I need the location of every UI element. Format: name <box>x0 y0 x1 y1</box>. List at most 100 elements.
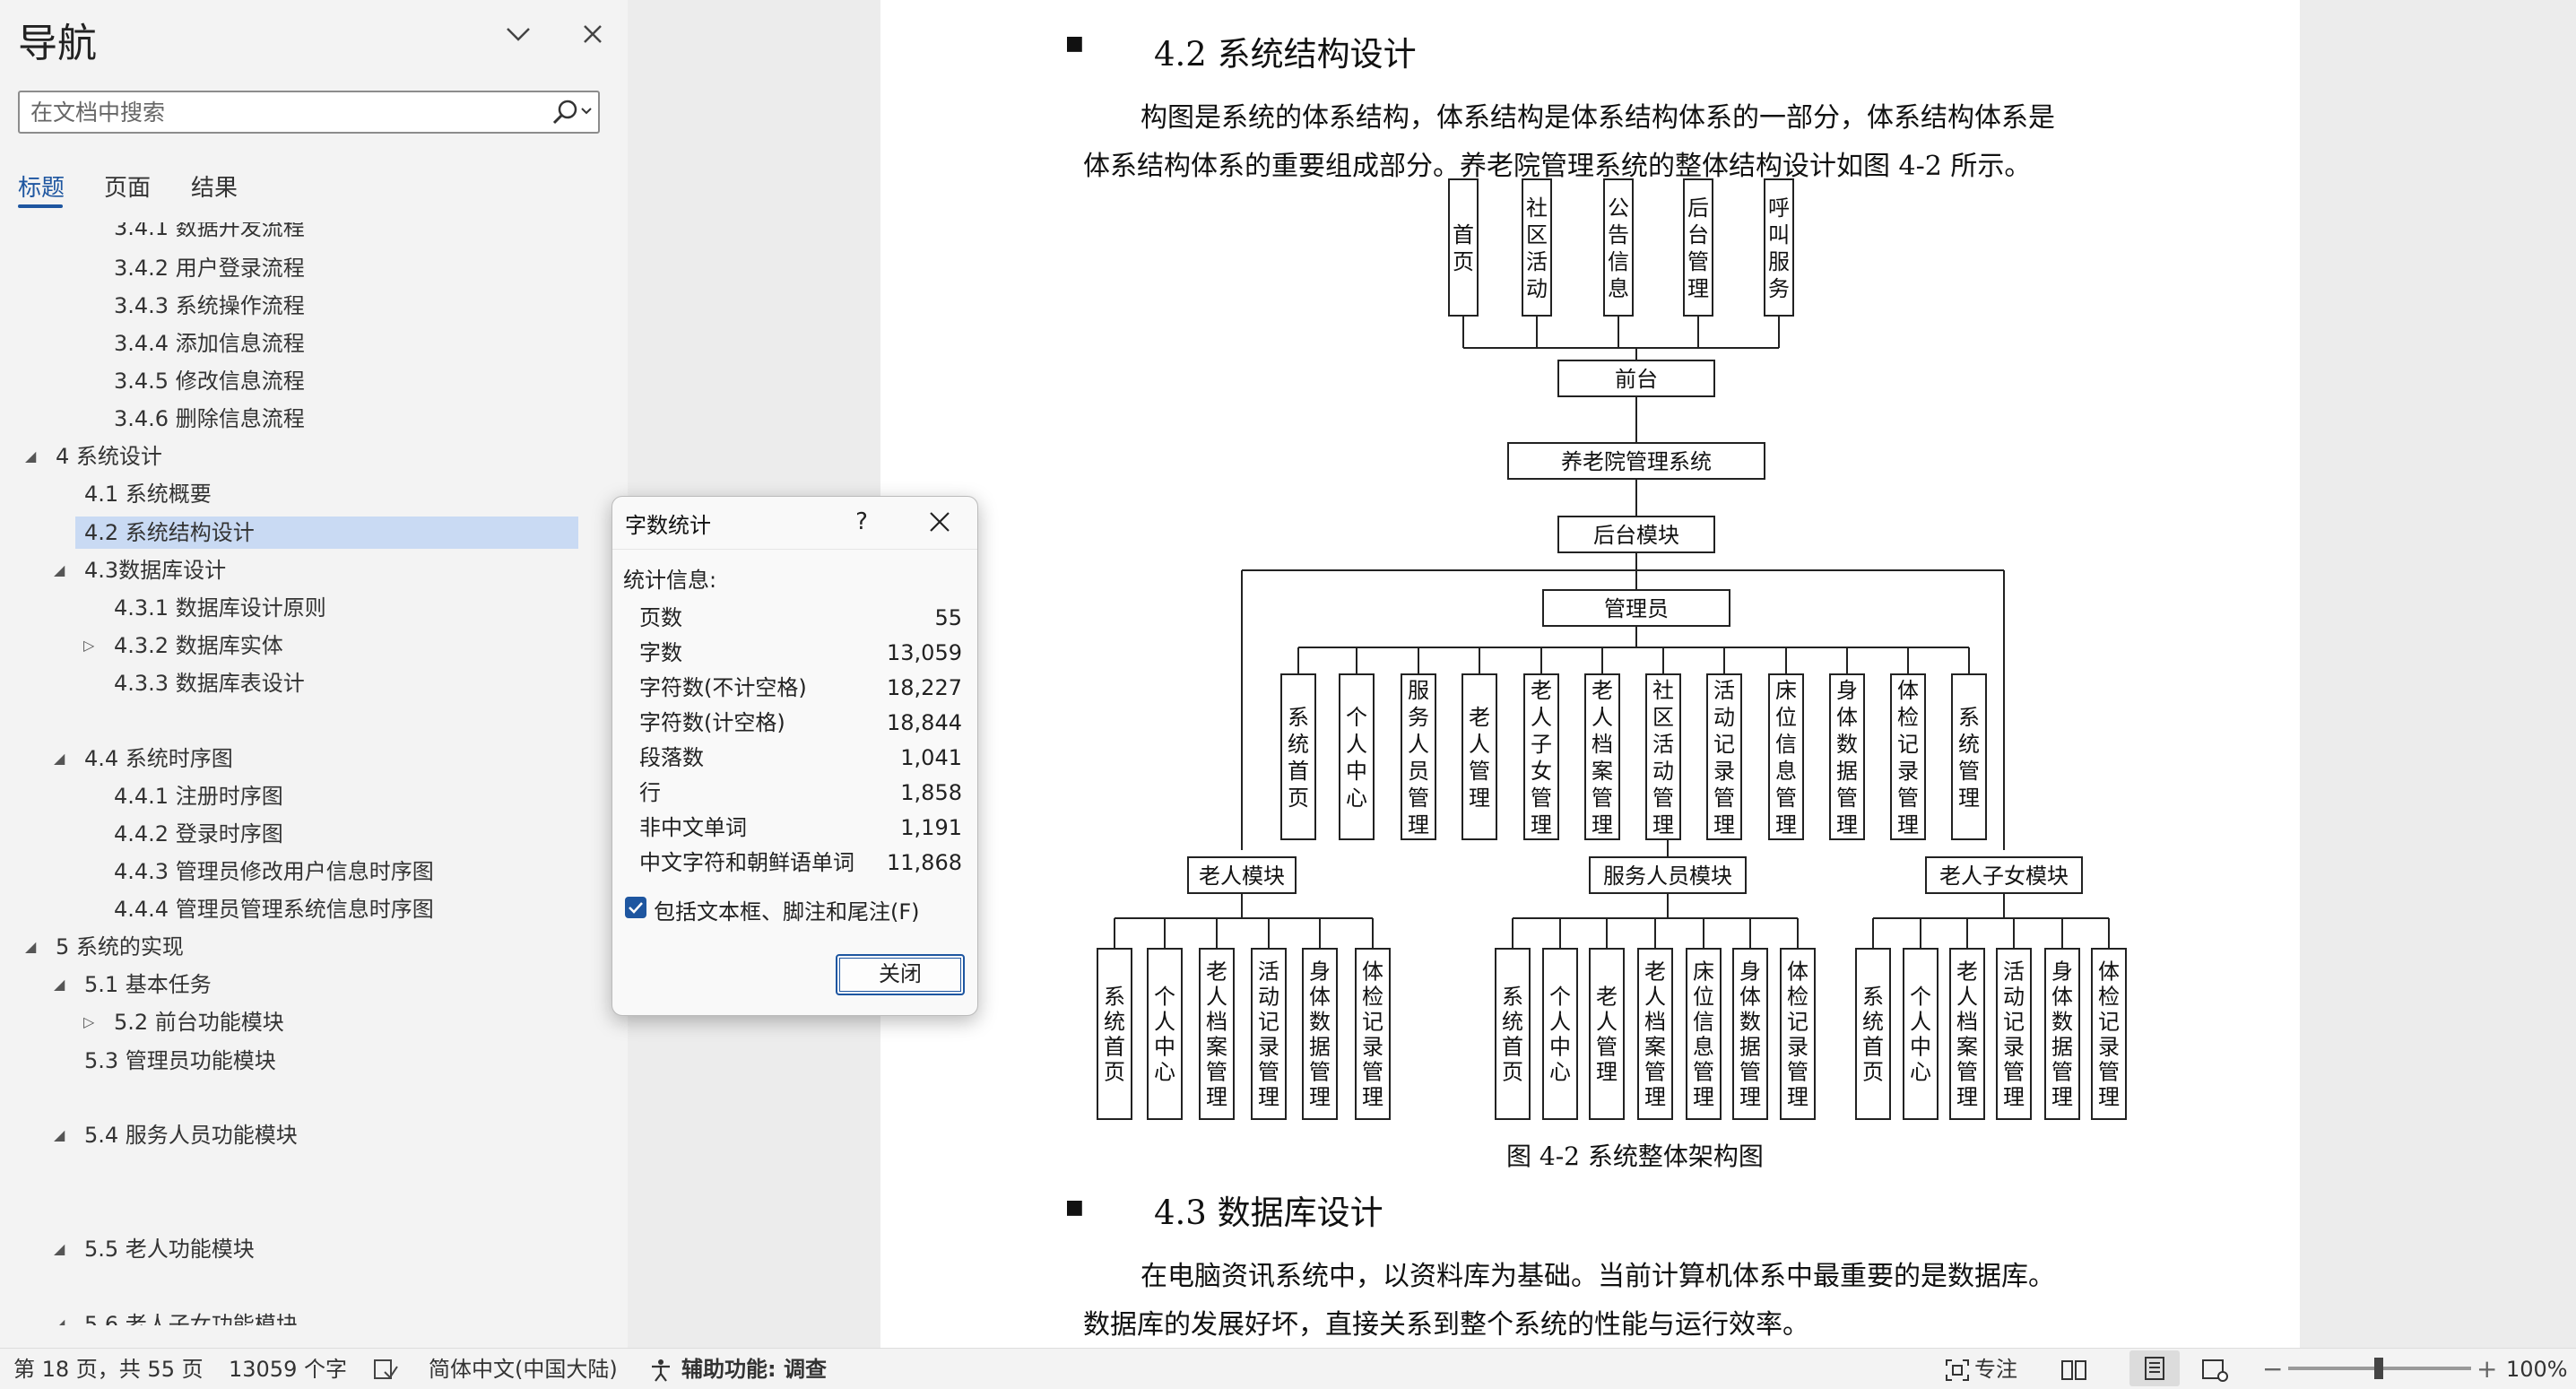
nav-heading-item[interactable]: 4.3.1 数据库设计原则 <box>0 592 610 624</box>
nav-heading-item[interactable]: 3.4.3 系统操作流程 <box>0 290 610 322</box>
module-item-char: 管 <box>1739 1059 1761 1084</box>
expand-triangle-icon[interactable]: ◢ <box>54 554 65 586</box>
admin-item-char: 数 <box>1836 732 1858 757</box>
accessibility-status[interactable]: 辅助功能: 调查 <box>681 1356 827 1383</box>
search-input[interactable] <box>30 92 551 132</box>
stats-value: 1,858 <box>900 780 962 805</box>
nav-heading-label: 3.4.5 修改信息流程 <box>114 369 305 394</box>
nav-heading-item[interactable]: 4.4.4 管理员管理系统信息时序图 <box>0 893 610 925</box>
help-button[interactable]: ? <box>844 504 880 540</box>
module-item-char: 个 <box>1154 984 1175 1009</box>
frontend-item-char: 页 <box>1453 249 1474 274</box>
nav-heading-item[interactable]: ◢ 5.1 基本任务 <box>0 968 610 1001</box>
expand-triangle-icon[interactable]: ◢ <box>25 440 36 473</box>
tab-headings[interactable]: 标题 <box>18 169 65 203</box>
heading-4-3[interactable]: 4.3 数据库设计 <box>1154 1185 1383 1234</box>
module-item-char: 页 <box>1502 1059 1523 1084</box>
nav-heading-item[interactable]: ◢ 4 系统设计 <box>0 440 610 473</box>
zoom-in-button[interactable]: + <box>2476 1356 2497 1383</box>
stats-label: 统计信息: <box>623 568 717 593</box>
dialog-close-icon[interactable] <box>917 504 962 540</box>
language-status[interactable]: 简体中文(中国大陆) <box>429 1356 618 1383</box>
module-item-char: 统 <box>1104 1009 1125 1034</box>
tab-pages[interactable]: 页面 <box>104 169 151 203</box>
collapsed-triangle-icon[interactable]: ▷ <box>83 1006 94 1038</box>
admin-item-char: 录 <box>1713 759 1735 784</box>
zoom-slider-thumb[interactable] <box>2374 1358 2383 1379</box>
module-item-char: 管 <box>1956 1059 1978 1084</box>
nav-heading-item[interactable]: ◢ 4.3数据库设计 <box>0 554 610 586</box>
nav-heading-item[interactable]: 4.2 系统结构设计 <box>75 517 578 549</box>
frontend-item-box <box>1448 178 1479 317</box>
module-item-char: 据 <box>2051 1034 2073 1059</box>
admin-item-char: 子 <box>1531 732 1552 757</box>
nav-heading-item[interactable]: 3.4.1 数据开发流程 <box>0 222 610 244</box>
module-item-char: 检 <box>1787 984 1808 1009</box>
nav-heading-item[interactable]: ◢ 5 系统的实现 <box>0 931 610 963</box>
stats-label: 字符数(计空格) <box>639 710 785 735</box>
word-count-status[interactable]: 13059 个字 <box>229 1356 347 1383</box>
zoom-out-button[interactable]: − <box>2262 1356 2283 1383</box>
nav-close-icon[interactable] <box>578 20 611 52</box>
expand-triangle-icon[interactable]: ◢ <box>54 1119 65 1151</box>
nav-heading-item[interactable]: 3.4.5 修改信息流程 <box>0 365 610 397</box>
nav-heading-item[interactable]: ◢ 5.4 服务人员功能模块 <box>0 1119 610 1151</box>
nav-heading-item[interactable]: 3.4.2 用户登录流程 <box>0 252 610 284</box>
search-icon[interactable] <box>546 96 593 128</box>
expand-triangle-icon[interactable]: ◢ <box>54 968 65 1001</box>
page-count-status[interactable]: 第 18 页，共 55 页 <box>13 1356 204 1383</box>
nav-heading-item[interactable]: 4.3.3 数据库表设计 <box>0 667 610 699</box>
module-item-char: 管 <box>1644 1059 1666 1084</box>
nav-heading-item[interactable]: ◢ 5.5 老人功能模块 <box>0 1233 610 1265</box>
web-layout-icon[interactable] <box>2200 1358 2229 1389</box>
stats-label: 页数 <box>639 605 682 630</box>
nav-heading-item[interactable]: ◢ 5.6 老人子女功能模块 <box>0 1308 610 1325</box>
nav-heading-item[interactable]: 3.4.4 添加信息流程 <box>0 327 610 360</box>
nav-heading-item[interactable]: ▷ 4.3.2 数据库实体 <box>0 629 610 662</box>
module-item-char: 理 <box>2098 1084 2120 1109</box>
frontend-item-char: 管 <box>1687 249 1709 274</box>
zoom-slider[interactable] <box>2288 1358 2471 1379</box>
admin-item-char: 心 <box>1346 786 1367 811</box>
accessibility-icon[interactable] <box>647 1358 674 1389</box>
admin-item-char: 人 <box>1592 705 1613 730</box>
proofing-icon[interactable] <box>372 1358 399 1389</box>
expand-triangle-icon[interactable]: ◢ <box>54 1233 65 1265</box>
stats-value: 1,191 <box>900 815 962 840</box>
include-textboxes-checkbox[interactable] <box>625 897 646 918</box>
frontend-item-char: 后 <box>1687 195 1709 221</box>
focus-icon[interactable] <box>1944 1358 1971 1389</box>
focus-label[interactable]: 专注 <box>1974 1356 2017 1383</box>
nav-heading-item[interactable]: ▷ 5.2 前台功能模块 <box>0 1006 610 1038</box>
expand-triangle-icon[interactable]: ◢ <box>54 742 65 775</box>
expand-triangle-icon[interactable]: ◢ <box>25 931 36 963</box>
print-layout-icon[interactable] <box>2129 1350 2180 1386</box>
dialog-title: 字数统计 <box>625 513 711 538</box>
nav-heading-item[interactable]: 3.4.6 删除信息流程 <box>0 403 610 435</box>
nav-options-chevron-icon[interactable] <box>502 18 538 54</box>
admin-item-char: 管 <box>1408 786 1429 811</box>
module-item-char: 首 <box>1502 1034 1523 1059</box>
module-item-char: 记 <box>1362 1009 1383 1034</box>
nav-heading-label: 3.4.6 删除信息流程 <box>114 406 305 431</box>
nav-heading-item[interactable]: 5.3 管理员功能模块 <box>0 1045 610 1077</box>
module-item-char: 中 <box>1154 1034 1175 1059</box>
collapsed-triangle-icon[interactable]: ▷ <box>83 629 94 662</box>
include-textboxes-label[interactable]: 包括文本框、脚注和尾注(F) <box>654 894 920 925</box>
nav-heading-item[interactable]: 4.1 系统概要 <box>0 478 610 510</box>
close-button[interactable]: 关闭 <box>836 954 965 995</box>
read-mode-icon[interactable] <box>2060 1358 2088 1389</box>
backend-label: 后台模块 <box>1593 523 1679 548</box>
frontend-item-char: 台 <box>1687 222 1709 247</box>
expand-triangle-icon[interactable]: ◢ <box>54 1308 65 1325</box>
module-item-char: 老 <box>1206 959 1227 984</box>
module-item-char: 首 <box>1862 1034 1884 1059</box>
admin-item-char: 中 <box>1346 759 1367 784</box>
nav-heading-item[interactable]: 4.4.2 登录时序图 <box>0 818 610 850</box>
zoom-level[interactable]: 100% <box>2506 1356 2568 1383</box>
nav-heading-item[interactable]: ◢ 4.4 系统时序图 <box>0 742 610 775</box>
module-item-char: 记 <box>1787 1009 1808 1034</box>
tab-results[interactable]: 结果 <box>191 169 238 203</box>
nav-heading-item[interactable]: 4.4.3 管理员修改用户信息时序图 <box>0 855 610 888</box>
nav-heading-item[interactable]: 4.4.1 注册时序图 <box>0 780 610 812</box>
